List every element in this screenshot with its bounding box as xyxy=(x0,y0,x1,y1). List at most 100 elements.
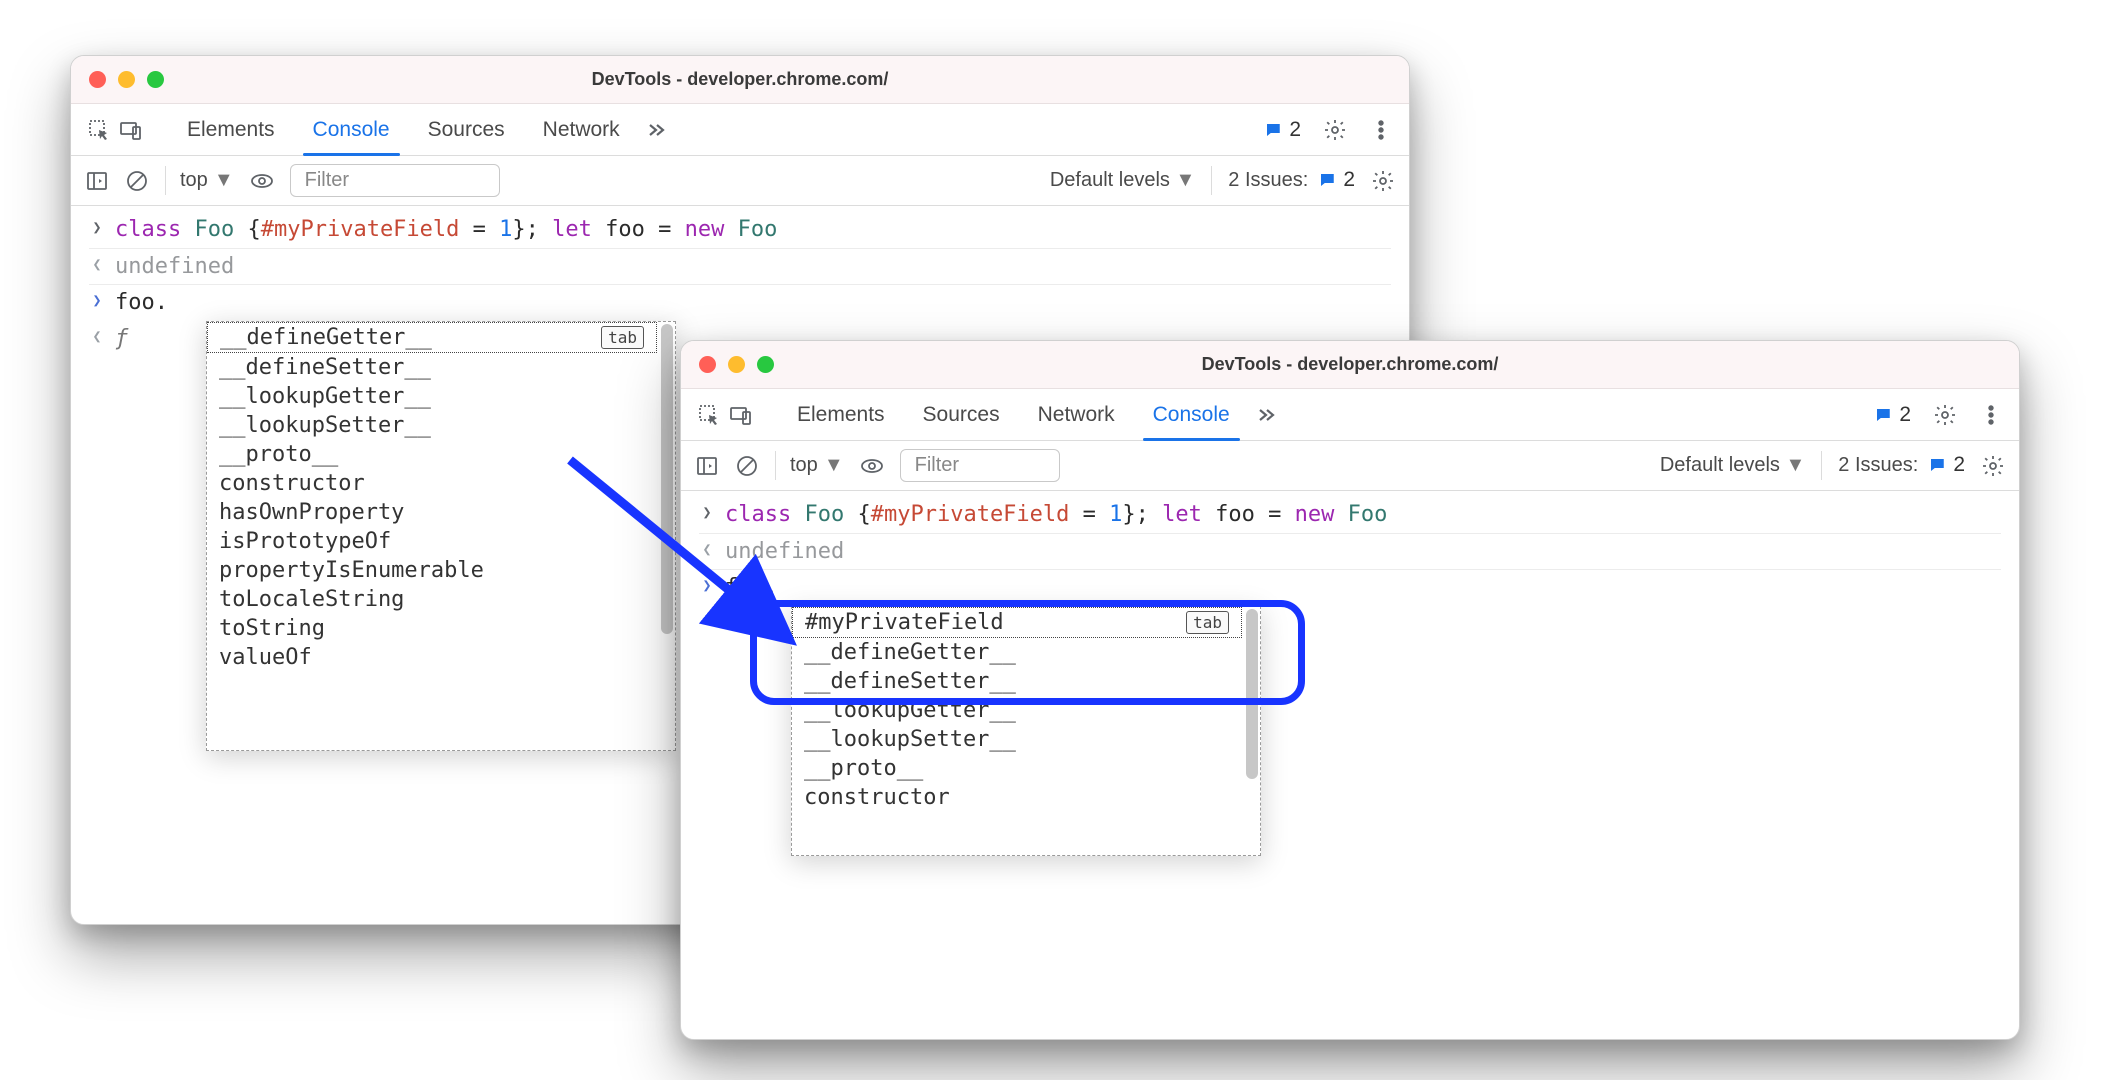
settings-icon[interactable] xyxy=(1933,403,1957,427)
autocomplete-item[interactable]: propertyIsEnumerable xyxy=(207,556,657,585)
autocomplete-label: __defineGetter__ xyxy=(220,325,432,350)
prompt-text: foo. xyxy=(115,288,1391,318)
autocomplete-label: toString xyxy=(219,616,325,641)
context-selector[interactable]: top ▼ xyxy=(775,451,844,480)
zoom-icon[interactable] xyxy=(147,71,164,88)
console-body: ❯ class Foo {#myPrivateField = 1}; let f… xyxy=(71,206,1409,357)
autocomplete-item[interactable]: constructor xyxy=(207,469,657,498)
more-tabs-icon[interactable] xyxy=(644,118,668,142)
autocomplete-item[interactable]: __defineSetter__ xyxy=(207,353,657,382)
minimize-icon[interactable] xyxy=(728,356,745,373)
clear-console-icon[interactable] xyxy=(125,169,149,193)
issues-count: 2 xyxy=(1289,118,1301,142)
tab-network[interactable]: Network xyxy=(1020,389,1133,440)
filter-input[interactable]: Filter xyxy=(290,164,500,197)
tab-console[interactable]: Console xyxy=(295,104,408,155)
settings-icon[interactable] xyxy=(1323,118,1347,142)
context-selector[interactable]: top ▼ xyxy=(165,166,234,195)
sidebar-toggle-icon[interactable] xyxy=(695,454,719,478)
autocomplete-item[interactable]: toString xyxy=(207,614,657,643)
autocomplete-label: __proto__ xyxy=(804,756,923,781)
minimize-icon[interactable] xyxy=(118,71,135,88)
zoom-icon[interactable] xyxy=(757,356,774,373)
scrollbar[interactable] xyxy=(661,324,673,634)
console-settings-icon[interactable] xyxy=(1981,454,2005,478)
issues-indicator[interactable]: 2 xyxy=(1874,403,1911,427)
code-tokens: class Foo {#myPrivateField = 1}; let foo… xyxy=(115,215,1391,245)
console-prompt[interactable]: ❯ foo. xyxy=(71,285,1409,321)
autocomplete-item[interactable]: valueOf xyxy=(207,643,657,672)
autocomplete-label: constructor xyxy=(219,471,365,496)
message-icon xyxy=(1928,456,1946,474)
scrollbar[interactable] xyxy=(1246,609,1258,779)
tab-sources[interactable]: Sources xyxy=(410,104,523,155)
chevron-down-icon: ▼ xyxy=(824,454,844,477)
autocomplete-label: valueOf xyxy=(219,645,312,670)
tab-hint: tab xyxy=(1186,611,1229,634)
autocomplete-label: __lookupGetter__ xyxy=(804,698,1016,723)
message-icon xyxy=(1874,406,1892,424)
autocomplete-item[interactable]: toLocaleString xyxy=(207,585,657,614)
autocomplete-item[interactable]: __lookupSetter__ xyxy=(792,725,1242,754)
autocomplete-label: __defineSetter__ xyxy=(804,669,1016,694)
tab-console[interactable]: Console xyxy=(1135,389,1248,440)
autocomplete-item[interactable]: __lookupGetter__ xyxy=(207,382,657,411)
console-input-prev: ❯ class Foo {#myPrivateField = 1}; let f… xyxy=(71,212,1409,248)
more-tabs-icon[interactable] xyxy=(1254,403,1278,427)
devtools-window-after: DevTools - developer.chrome.com/ Element… xyxy=(680,340,2020,1040)
kebab-icon[interactable] xyxy=(1979,403,2003,427)
chevron-down-icon: ▼ xyxy=(214,169,234,192)
device-toolbar-icon[interactable] xyxy=(729,403,753,427)
filter-input[interactable]: Filter xyxy=(900,449,1060,482)
autocomplete-item[interactable]: __proto__ xyxy=(207,440,657,469)
panel-tabs: Elements Sources Network Console 2 xyxy=(681,389,2019,441)
console-output: ❯ undefined xyxy=(71,249,1409,285)
traffic-lights xyxy=(89,71,164,88)
autocomplete-popup[interactable]: __defineGetter__tab__defineSetter__ __loo… xyxy=(206,321,676,751)
window-title: DevTools - developer.chrome.com/ xyxy=(681,354,2019,375)
levels-selector[interactable]: Default levels ▼ xyxy=(1660,454,1805,477)
tab-elements[interactable]: Elements xyxy=(779,389,903,440)
autocomplete-item[interactable]: hasOwnProperty xyxy=(207,498,657,527)
issues-badge: 2 xyxy=(1343,168,1355,192)
autocomplete-item[interactable]: __defineGetter__ xyxy=(792,638,1242,667)
autocomplete-item[interactable]: __lookupSetter__ xyxy=(207,411,657,440)
clear-console-icon[interactable] xyxy=(735,454,759,478)
chevron-down-icon: ▼ xyxy=(1175,169,1195,191)
device-toolbar-icon[interactable] xyxy=(119,118,143,142)
autocomplete-popup[interactable]: #myPrivateFieldtab__defineGetter____defi… xyxy=(791,606,1261,856)
issues-indicator[interactable]: 2 xyxy=(1318,168,1355,192)
issues-count: 2 xyxy=(1899,403,1911,427)
issues-indicator[interactable]: 2 xyxy=(1928,453,1965,477)
inspect-icon[interactable] xyxy=(697,403,721,427)
inspect-icon[interactable] xyxy=(87,118,111,142)
levels-selector[interactable]: Default levels ▼ xyxy=(1050,169,1195,192)
sidebar-toggle-icon[interactable] xyxy=(85,169,109,193)
autocomplete-item[interactable]: __defineGetter__tab xyxy=(207,322,657,353)
message-icon xyxy=(1318,171,1336,189)
close-icon[interactable] xyxy=(89,71,106,88)
autocomplete-item[interactable]: isPrototypeOf xyxy=(207,527,657,556)
autocomplete-item[interactable]: #myPrivateFieldtab xyxy=(792,607,1242,638)
autocomplete-label: propertyIsEnumerable xyxy=(219,558,484,583)
live-expression-icon[interactable] xyxy=(250,169,274,193)
console-body: ❯ class Foo {#myPrivateField = 1}; let f… xyxy=(681,491,2019,606)
tab-network[interactable]: Network xyxy=(525,104,638,155)
autocomplete-label: __proto__ xyxy=(219,442,338,467)
autocomplete-item[interactable]: __defineSetter__ xyxy=(792,667,1242,696)
tab-elements[interactable]: Elements xyxy=(169,104,293,155)
tab-sources[interactable]: Sources xyxy=(905,389,1018,440)
console-prompt[interactable]: ❯ foo. xyxy=(681,570,2019,606)
console-settings-icon[interactable] xyxy=(1371,169,1395,193)
close-icon[interactable] xyxy=(699,356,716,373)
autocomplete-label: __lookupGetter__ xyxy=(219,384,431,409)
autocomplete-label: __defineSetter__ xyxy=(219,355,431,380)
autocomplete-label: hasOwnProperty xyxy=(219,500,404,525)
autocomplete-item[interactable]: __proto__ xyxy=(792,754,1242,783)
autocomplete-item[interactable]: constructor xyxy=(792,783,1242,812)
issues-indicator[interactable]: 2 xyxy=(1264,118,1301,142)
autocomplete-item[interactable]: __lookupGetter__ xyxy=(792,696,1242,725)
live-expression-icon[interactable] xyxy=(860,454,884,478)
kebab-icon[interactable] xyxy=(1369,118,1393,142)
message-icon xyxy=(1264,121,1282,139)
